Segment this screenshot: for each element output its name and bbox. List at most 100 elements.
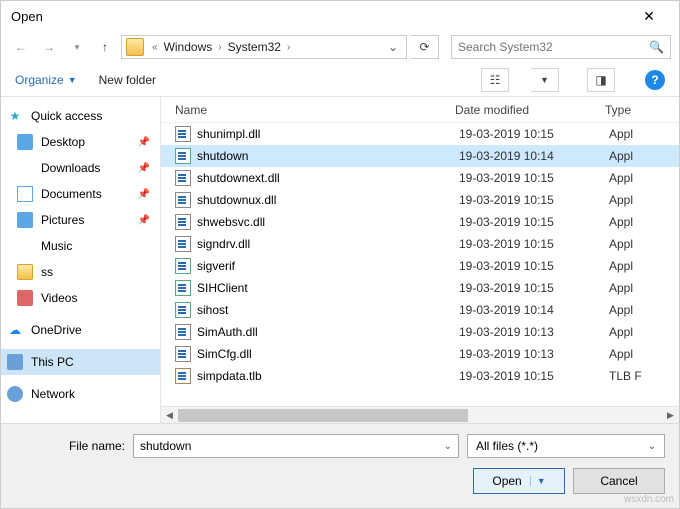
chevron-down-icon[interactable]: ⌄ bbox=[444, 441, 452, 452]
sidebar-item-documents[interactable]: Documents📌 bbox=[1, 181, 160, 207]
file-icon bbox=[175, 170, 191, 186]
file-row[interactable]: SIHClient19-03-2019 10:15Appl bbox=[161, 277, 679, 299]
organize-label: Organize bbox=[15, 73, 64, 87]
file-date: 19-03-2019 10:15 bbox=[459, 259, 609, 273]
file-row[interactable]: SimCfg.dll19-03-2019 10:13Appl bbox=[161, 343, 679, 365]
file-row[interactable]: signdrv.dll19-03-2019 10:15Appl bbox=[161, 233, 679, 255]
scrollbar-track[interactable] bbox=[178, 407, 662, 424]
breadcrumb[interactable]: Windows bbox=[162, 40, 215, 54]
file-row[interactable]: shunimpl.dll19-03-2019 10:15Appl bbox=[161, 123, 679, 145]
sidebar-onedrive[interactable]: ☁ OneDrive bbox=[1, 317, 160, 343]
file-type: Appl bbox=[609, 347, 679, 361]
file-row[interactable]: shutdownext.dll19-03-2019 10:15Appl bbox=[161, 167, 679, 189]
sidebar-item-label: Videos bbox=[41, 291, 77, 305]
file-icon bbox=[175, 280, 191, 296]
file-type: Appl bbox=[609, 325, 679, 339]
file-type: Appl bbox=[609, 127, 679, 141]
file-icon bbox=[175, 214, 191, 230]
chevron-down-icon[interactable]: ⌄ bbox=[648, 441, 656, 452]
file-date: 19-03-2019 10:14 bbox=[459, 149, 609, 163]
column-header-name[interactable]: Name bbox=[175, 103, 455, 117]
sidebar-item-videos[interactable]: Videos bbox=[1, 285, 160, 311]
filename-field[interactable] bbox=[140, 439, 444, 453]
file-name: sigverif bbox=[197, 259, 459, 273]
refresh-button[interactable]: ⟳ bbox=[411, 35, 439, 59]
split-indicator-icon: ▼ bbox=[530, 476, 546, 486]
scrollbar-thumb[interactable] bbox=[178, 409, 468, 422]
file-row[interactable]: sigverif19-03-2019 10:15Appl bbox=[161, 255, 679, 277]
horizontal-scrollbar[interactable]: ◀ ▶ bbox=[161, 406, 679, 423]
file-row[interactable]: simpdata.tlb19-03-2019 10:15TLB F bbox=[161, 365, 679, 387]
chevron-right-icon: « bbox=[148, 42, 162, 53]
file-icon bbox=[175, 236, 191, 252]
folder-icon bbox=[17, 264, 33, 280]
file-row[interactable]: shwebsvc.dll19-03-2019 10:15Appl bbox=[161, 211, 679, 233]
star-icon: ★ bbox=[7, 108, 23, 124]
file-name: SimAuth.dll bbox=[197, 325, 459, 339]
file-date: 19-03-2019 10:13 bbox=[459, 325, 609, 339]
file-list[interactable]: shunimpl.dll19-03-2019 10:15Applshutdown… bbox=[161, 123, 679, 406]
file-row[interactable]: sihost19-03-2019 10:14Appl bbox=[161, 299, 679, 321]
down-icon bbox=[17, 160, 33, 176]
filename-input[interactable]: ⌄ bbox=[133, 434, 459, 458]
sidebar-item-pictures[interactable]: Pictures📌 bbox=[1, 207, 160, 233]
sidebar-item-desktop[interactable]: Desktop📌 bbox=[1, 129, 160, 155]
open-button-label: Open bbox=[492, 474, 521, 488]
help-button[interactable]: ? bbox=[645, 70, 665, 90]
file-row[interactable]: SimAuth.dll19-03-2019 10:13Appl bbox=[161, 321, 679, 343]
view-options-dropdown[interactable]: ▼ bbox=[531, 68, 559, 92]
scroll-left-button[interactable]: ◀ bbox=[161, 407, 178, 424]
file-name: shutdown bbox=[197, 149, 459, 163]
nav-forward-button[interactable]: → bbox=[37, 35, 61, 59]
chevron-down-icon: ▼ bbox=[68, 75, 77, 85]
column-header-date[interactable]: Date modified bbox=[455, 103, 605, 117]
column-headers: Name Date modified Type bbox=[161, 97, 679, 123]
view-options-button[interactable]: ☷ bbox=[481, 68, 509, 92]
file-date: 19-03-2019 10:15 bbox=[459, 127, 609, 141]
sidebar-this-pc[interactable]: This PC bbox=[1, 349, 160, 375]
column-header-type[interactable]: Type bbox=[605, 103, 679, 117]
sidebar-item-downloads[interactable]: Downloads📌 bbox=[1, 155, 160, 181]
file-name: shutdownux.dll bbox=[197, 193, 459, 207]
organize-menu[interactable]: Organize ▼ bbox=[15, 73, 77, 87]
nav-back-button[interactable]: ← bbox=[9, 35, 33, 59]
pin-icon: 📌 bbox=[138, 137, 150, 148]
file-name: signdrv.dll bbox=[197, 237, 459, 251]
file-row[interactable]: shutdown19-03-2019 10:14Appl bbox=[161, 145, 679, 167]
cancel-button[interactable]: Cancel bbox=[573, 468, 665, 494]
file-name: SimCfg.dll bbox=[197, 347, 459, 361]
sidebar-quick-access[interactable]: ★ Quick access bbox=[1, 103, 160, 129]
file-type: Appl bbox=[609, 237, 679, 251]
close-button[interactable]: ✕ bbox=[629, 8, 669, 25]
new-folder-button[interactable]: New folder bbox=[99, 73, 156, 87]
search-field[interactable] bbox=[458, 40, 649, 54]
file-name: shunimpl.dll bbox=[197, 127, 459, 141]
file-row[interactable]: shutdownux.dll19-03-2019 10:15Appl bbox=[161, 189, 679, 211]
preview-pane-button[interactable]: ◨ bbox=[587, 68, 615, 92]
sidebar-item-label: Quick access bbox=[31, 109, 102, 123]
nav-recent-dropdown[interactable]: ▾ bbox=[65, 35, 89, 59]
pin-icon: 📌 bbox=[138, 215, 150, 226]
file-type-filter[interactable]: All files (*.*) ⌄ bbox=[467, 434, 665, 458]
file-name: shwebsvc.dll bbox=[197, 215, 459, 229]
scroll-right-button[interactable]: ▶ bbox=[662, 407, 679, 424]
search-input[interactable]: 🔍 bbox=[451, 35, 671, 59]
file-date: 19-03-2019 10:14 bbox=[459, 303, 609, 317]
sidebar-network[interactable]: Network bbox=[1, 381, 160, 407]
file-type: Appl bbox=[609, 259, 679, 273]
file-name: shutdownext.dll bbox=[197, 171, 459, 185]
file-icon bbox=[175, 148, 191, 164]
breadcrumb[interactable]: System32 bbox=[226, 40, 283, 54]
file-date: 19-03-2019 10:15 bbox=[459, 193, 609, 207]
file-name: SIHClient bbox=[197, 281, 459, 295]
address-bar[interactable]: « Windows › System32 › ⌄ bbox=[121, 35, 407, 59]
address-dropdown[interactable]: ⌄ bbox=[384, 40, 402, 54]
sidebar-item-ss[interactable]: ss bbox=[1, 259, 160, 285]
open-button[interactable]: Open ▼ bbox=[473, 468, 565, 494]
sidebar-item-music[interactable]: Music bbox=[1, 233, 160, 259]
search-icon: 🔍 bbox=[649, 40, 664, 54]
file-icon bbox=[175, 368, 191, 384]
nav-up-button[interactable]: ↑ bbox=[93, 35, 117, 59]
chevron-right-icon: › bbox=[214, 42, 225, 53]
sidebar-item-label: Documents bbox=[41, 187, 102, 201]
